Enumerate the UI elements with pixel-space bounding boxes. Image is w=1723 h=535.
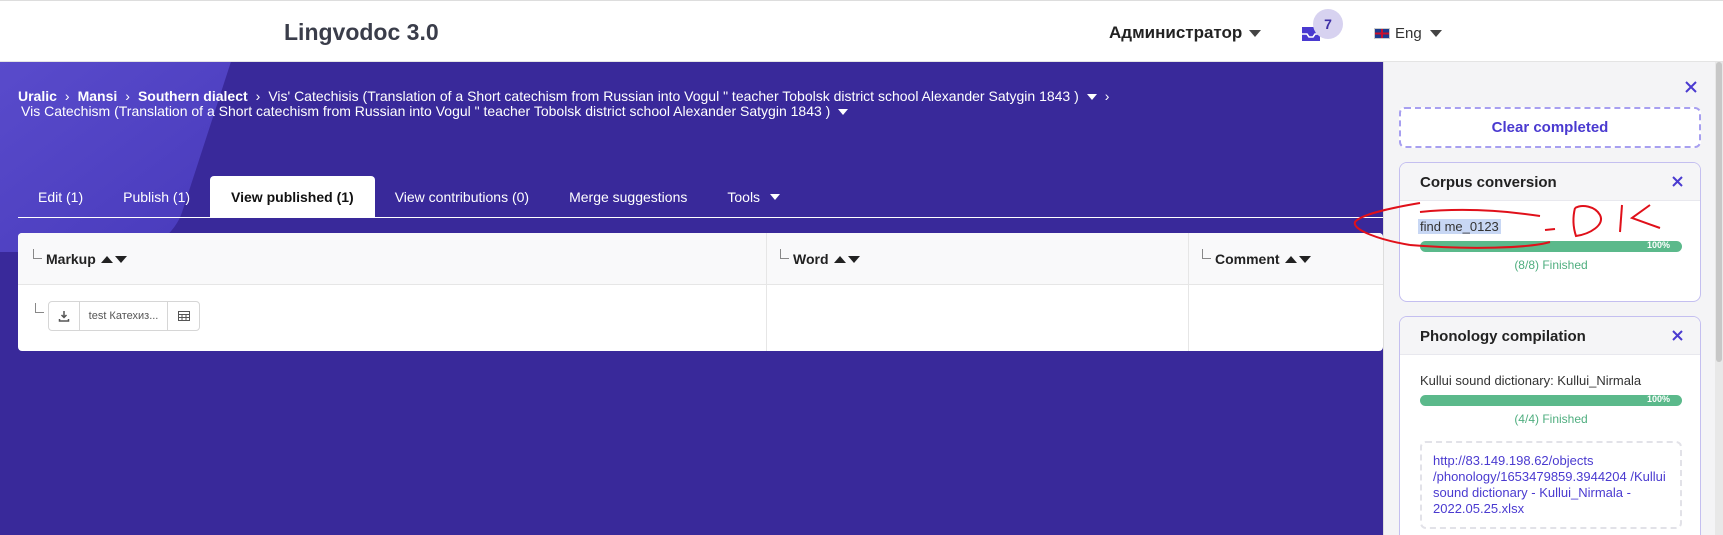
markup-file-button[interactable]: test Катехиз...	[80, 302, 168, 330]
sort-icon[interactable]	[1284, 255, 1311, 263]
tab-publish[interactable]: Publish (1)	[103, 176, 210, 218]
chevron-down-icon	[1429, 30, 1442, 37]
table-row: test Катехиз...	[18, 285, 1383, 351]
task-name: Kullui sound dictionary: Kullui_Nirmala	[1420, 373, 1642, 388]
word-cell	[767, 285, 1189, 351]
tab-label: Tools	[727, 189, 761, 205]
tree-branch-icon	[35, 303, 44, 313]
tree-branch-icon	[1202, 249, 1211, 259]
task-status: (4/4) Finished	[1514, 412, 1588, 426]
table-view-icon[interactable]	[168, 302, 199, 330]
column-header-markup[interactable]: Markup	[18, 233, 767, 285]
close-icon[interactable]	[1671, 175, 1684, 188]
breadcrumb-dictionary[interactable]: Vis' Catechisis (Translation of a Short …	[268, 89, 1078, 104]
chevron-down-icon	[770, 194, 781, 200]
task-card-corpus-conversion: Corpus conversion find me_0123 100% (8/8…	[1399, 162, 1701, 302]
scrollbar-thumb[interactable]	[1716, 62, 1722, 362]
tab-label: View published (1)	[231, 189, 354, 205]
user-menu[interactable]: Администратор	[1109, 23, 1262, 43]
language-selector[interactable]: Eng	[1374, 25, 1442, 42]
progress-bar: 100%	[1420, 394, 1682, 406]
tree-branch-icon	[33, 249, 42, 259]
chevron-down-icon	[1249, 29, 1262, 37]
tabs-divider	[18, 217, 1383, 218]
progress-label: 100%	[1646, 394, 1670, 404]
tab-view-published[interactable]: View published (1)	[210, 176, 375, 218]
top-header: Lingvodoc 3.0 Администратор 7 Eng	[0, 0, 1723, 62]
task-card-header: Corpus conversion	[1400, 163, 1700, 201]
breadcrumb-uralic[interactable]: Uralic	[18, 89, 57, 104]
task-title: Phonology compilation	[1420, 328, 1586, 345]
perspective-tabs: Edit (1) Publish (1) View published (1) …	[18, 176, 800, 218]
download-icon[interactable]	[49, 302, 80, 330]
tab-view-contributions[interactable]: View contributions (0)	[375, 176, 549, 218]
chevron-down-icon[interactable]	[838, 108, 849, 115]
chevron-right-icon: ›	[64, 88, 70, 104]
task-status: (8/8) Finished	[1514, 258, 1588, 272]
column-label: Comment	[1215, 251, 1280, 267]
markup-button-group: test Катехиз...	[48, 301, 200, 331]
tab-label: Edit (1)	[38, 189, 84, 205]
result-file-link[interactable]: http://83.149.198.62/objects /phonology/…	[1420, 441, 1682, 529]
tree-branch-icon	[780, 249, 789, 259]
breadcrumb-southern-dialect[interactable]: Southern dialect	[138, 89, 248, 104]
sort-icon[interactable]	[833, 255, 860, 263]
chevron-down-icon[interactable]	[1086, 93, 1097, 100]
tasks-panel: Clear completed Corpus conversion find m…	[1383, 62, 1723, 535]
chevron-right-icon: ›	[255, 88, 261, 104]
breadcrumb-mansi[interactable]: Mansi	[78, 89, 118, 104]
uk-flag-icon	[1374, 28, 1390, 39]
entries-table: Markup Word Comment test Катехиз...	[18, 233, 1383, 351]
chevron-right-icon: ›	[1104, 88, 1110, 104]
sort-icon[interactable]	[100, 255, 127, 263]
progress-bar: 100%	[1420, 240, 1682, 252]
column-header-comment[interactable]: Comment	[1189, 233, 1383, 285]
tab-label: Merge suggestions	[569, 189, 688, 205]
app-logo[interactable]: Lingvodoc 3.0	[284, 19, 439, 46]
column-label: Markup	[46, 251, 96, 267]
tab-label: Publish (1)	[123, 189, 191, 205]
user-menu-label: Администратор	[1109, 23, 1243, 42]
close-icon[interactable]	[1684, 80, 1698, 94]
language-label: Eng	[1395, 25, 1422, 42]
breadcrumb-perspective[interactable]: Vis Catechism (Translation of a Short ca…	[21, 104, 830, 119]
tab-tools[interactable]: Tools	[707, 176, 800, 218]
tab-merge-suggestions[interactable]: Merge suggestions	[549, 176, 707, 218]
progress-label: 100%	[1646, 240, 1670, 250]
chevron-right-icon: ›	[125, 88, 130, 104]
task-card-phonology-compilation: Phonology compilation Kullui sound dicti…	[1399, 316, 1701, 535]
table-header-row: Markup Word Comment	[18, 233, 1383, 285]
scrollbar[interactable]	[1715, 62, 1723, 535]
task-name: find me_0123	[1418, 219, 1501, 234]
column-header-word[interactable]: Word	[767, 233, 1189, 285]
close-icon[interactable]	[1671, 329, 1684, 342]
column-label: Word	[793, 251, 829, 267]
task-title: Corpus conversion	[1420, 174, 1557, 191]
notification-count-badge[interactable]: 7	[1313, 9, 1343, 39]
tab-label: View contributions (0)	[394, 189, 530, 205]
task-card-header: Phonology compilation	[1400, 317, 1700, 355]
clear-completed-button[interactable]: Clear completed	[1399, 107, 1701, 148]
tab-edit[interactable]: Edit (1)	[18, 176, 103, 218]
breadcrumb: Uralic › Mansi › Southern dialect › Vis'…	[18, 89, 1378, 119]
